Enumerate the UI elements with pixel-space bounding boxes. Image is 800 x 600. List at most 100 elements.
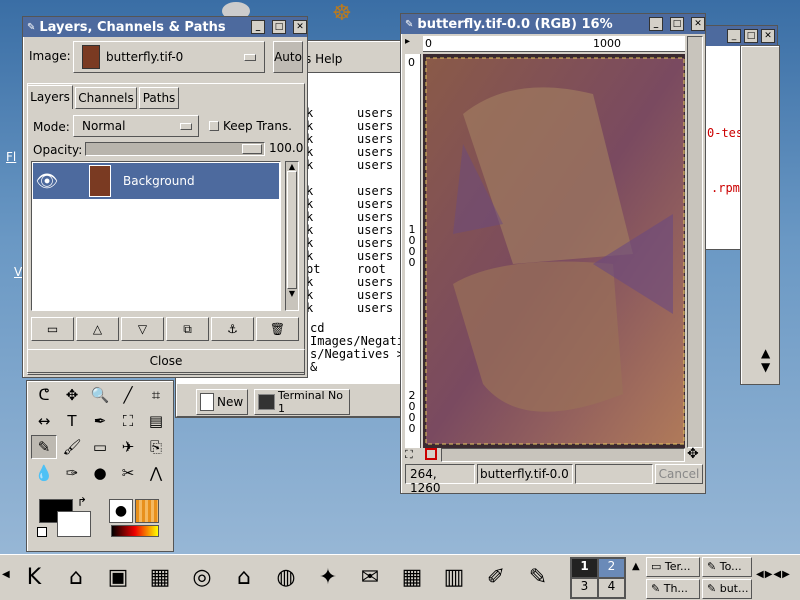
move-tool-icon[interactable]: ✥: [59, 383, 85, 407]
help-lifebuoy-icon[interactable]: ◎: [184, 561, 220, 595]
draw-icon[interactable]: ✐: [478, 561, 514, 595]
layer-row-background[interactable]: 👁 Background: [33, 163, 279, 199]
path-icon[interactable]: ⋀: [143, 461, 169, 485]
pager[interactable]: 1 2 3 4: [570, 557, 626, 599]
tab-channels[interactable]: Channels: [75, 87, 137, 109]
keep-trans-checkbox[interactable]: [209, 121, 219, 131]
desktop-text-v[interactable]: V: [14, 265, 22, 279]
maximize-icon[interactable]: □: [272, 20, 286, 34]
minimize-icon[interactable]: _: [727, 29, 741, 43]
raise-layer-icon[interactable]: △: [76, 317, 119, 341]
smudge-icon[interactable]: 💧: [31, 461, 57, 485]
helm-icon[interactable]: ☸: [332, 2, 360, 26]
anchor-layer-icon[interactable]: ⚓: [211, 317, 254, 341]
lasso-icon[interactable]: ᕦ: [31, 383, 57, 407]
color-picker-icon[interactable]: ✒: [87, 409, 113, 433]
chart-icon[interactable]: ▥: [436, 561, 472, 595]
office-icon[interactable]: ✦: [310, 561, 346, 595]
image-canvas[interactable]: [423, 54, 685, 448]
window-menu-icon[interactable]: ✎: [27, 22, 35, 33]
kde-menu-icon[interactable]: K: [16, 561, 52, 595]
pattern-preview[interactable]: [135, 499, 159, 523]
layer-list-scrollbar[interactable]: ▲ ▼: [285, 161, 299, 311]
tab-paths[interactable]: Paths: [139, 87, 179, 109]
browser-icon[interactable]: ⌂: [226, 561, 262, 595]
home-icon[interactable]: ⌂: [58, 561, 94, 595]
close-button[interactable]: Close: [27, 349, 305, 373]
ink-icon[interactable]: ✑: [59, 461, 85, 485]
horizontal-scrollbar[interactable]: [441, 448, 685, 462]
bucket-fill-icon[interactable]: ⛶: [115, 409, 141, 433]
desktop-text-fl[interactable]: Fl: [6, 150, 16, 164]
maximize-icon[interactable]: □: [744, 29, 758, 43]
crop-icon[interactable]: ⌗: [143, 383, 169, 407]
spreadsheet-icon[interactable]: ▦: [394, 561, 430, 595]
flip-icon[interactable]: ↔: [31, 409, 57, 433]
scroll-right-icon[interactable]: ◀▶◀▶: [756, 569, 791, 580]
desk-1[interactable]: 1: [572, 559, 597, 577]
blend-icon[interactable]: ▤: [143, 409, 169, 433]
tab-layers[interactable]: Layers: [27, 85, 73, 109]
mail-icon[interactable]: ✉: [352, 561, 388, 595]
scroll-arrows[interactable]: ▲ ▼: [761, 346, 775, 382]
pager-arrow-icon[interactable]: ▲: [632, 561, 640, 572]
new-layer-icon[interactable]: ▭: [31, 317, 74, 341]
scroll-left-icon[interactable]: ◀: [2, 569, 10, 580]
task-butterfly[interactable]: ✎ but...: [702, 579, 752, 599]
monitor-icon[interactable]: ▦: [142, 561, 178, 595]
image-select[interactable]: butterfly.tif-0: [73, 41, 265, 73]
airbrush-icon[interactable]: ✈: [115, 435, 141, 459]
task-terminal[interactable]: ▭ Ter...: [646, 557, 700, 577]
desk-3[interactable]: 3: [572, 579, 597, 597]
swap-colors-icon[interactable]: ↱: [77, 495, 87, 509]
default-colors-icon[interactable]: [37, 527, 47, 537]
minimize-icon[interactable]: _: [649, 17, 663, 31]
desk-2[interactable]: 2: [599, 559, 624, 577]
quickmask-icon[interactable]: [425, 448, 437, 460]
convolve-icon[interactable]: ✂: [115, 461, 141, 485]
paintbrush-icon[interactable]: 🖌: [59, 435, 85, 459]
maximize-icon[interactable]: □: [670, 17, 684, 31]
opacity-handle[interactable]: [242, 144, 262, 154]
task-layers[interactable]: ✎ Th...: [646, 579, 700, 599]
clone-icon[interactable]: ⎘: [143, 435, 169, 459]
visibility-eye-icon[interactable]: 👁: [33, 171, 61, 192]
dodge-icon[interactable]: ●: [87, 461, 113, 485]
task-toolbox[interactable]: ✎ To...: [702, 557, 752, 577]
desk-4[interactable]: 4: [599, 579, 624, 597]
layers-titlebar[interactable]: ✎ Layers, Channels & Paths _ □ ✕: [23, 17, 307, 37]
zoom-icon[interactable]: 🔍: [87, 383, 113, 407]
globe-icon[interactable]: ◍: [268, 561, 304, 595]
paint-icon[interactable]: ✎: [520, 561, 556, 595]
window-menu-icon[interactable]: ✎: [405, 19, 413, 30]
eraser-icon[interactable]: ▭: [87, 435, 113, 459]
vertical-ruler[interactable]: 0 1000 2000: [405, 54, 421, 448]
terminal-icon[interactable]: ▣: [100, 561, 136, 595]
duplicate-layer-icon[interactable]: ⧉: [166, 317, 209, 341]
horizontal-ruler[interactable]: 0 1000: [423, 36, 685, 52]
terminal-tab[interactable]: Terminal No 1: [254, 389, 350, 415]
cancel-button[interactable]: Cancel: [655, 464, 703, 484]
image-titlebar[interactable]: ✎ butterfly.tif-0.0 (RGB) 16% _ □ ✕: [401, 14, 705, 34]
background-color[interactable]: [57, 511, 91, 537]
brush-preview[interactable]: ●: [109, 499, 133, 523]
delete-layer-icon[interactable]: 🗑: [256, 317, 299, 341]
measure-icon[interactable]: ╱: [115, 383, 141, 407]
lower-layer-icon[interactable]: ▽: [121, 317, 164, 341]
menu-arrow-icon[interactable]: ▸: [405, 36, 421, 52]
text-icon[interactable]: T: [59, 409, 85, 433]
new-tab-button[interactable]: New: [196, 389, 248, 415]
pencil-icon[interactable]: ✎: [31, 435, 57, 459]
menu-help[interactable]: s Help: [305, 52, 342, 66]
gradient-preview[interactable]: [111, 525, 159, 537]
auto-button[interactable]: Auto: [273, 41, 303, 73]
navigate-icon[interactable]: ⛶: [405, 448, 413, 462]
vertical-scrollbar[interactable]: [687, 36, 703, 448]
close-icon[interactable]: ✕: [293, 20, 307, 34]
close-icon[interactable]: ✕: [761, 29, 775, 43]
opacity-slider[interactable]: [85, 142, 265, 156]
mode-select[interactable]: Normal: [73, 115, 199, 137]
close-icon[interactable]: ✕: [691, 17, 705, 31]
minimize-icon[interactable]: _: [251, 20, 265, 34]
move-icon[interactable]: ✥: [687, 446, 699, 462]
